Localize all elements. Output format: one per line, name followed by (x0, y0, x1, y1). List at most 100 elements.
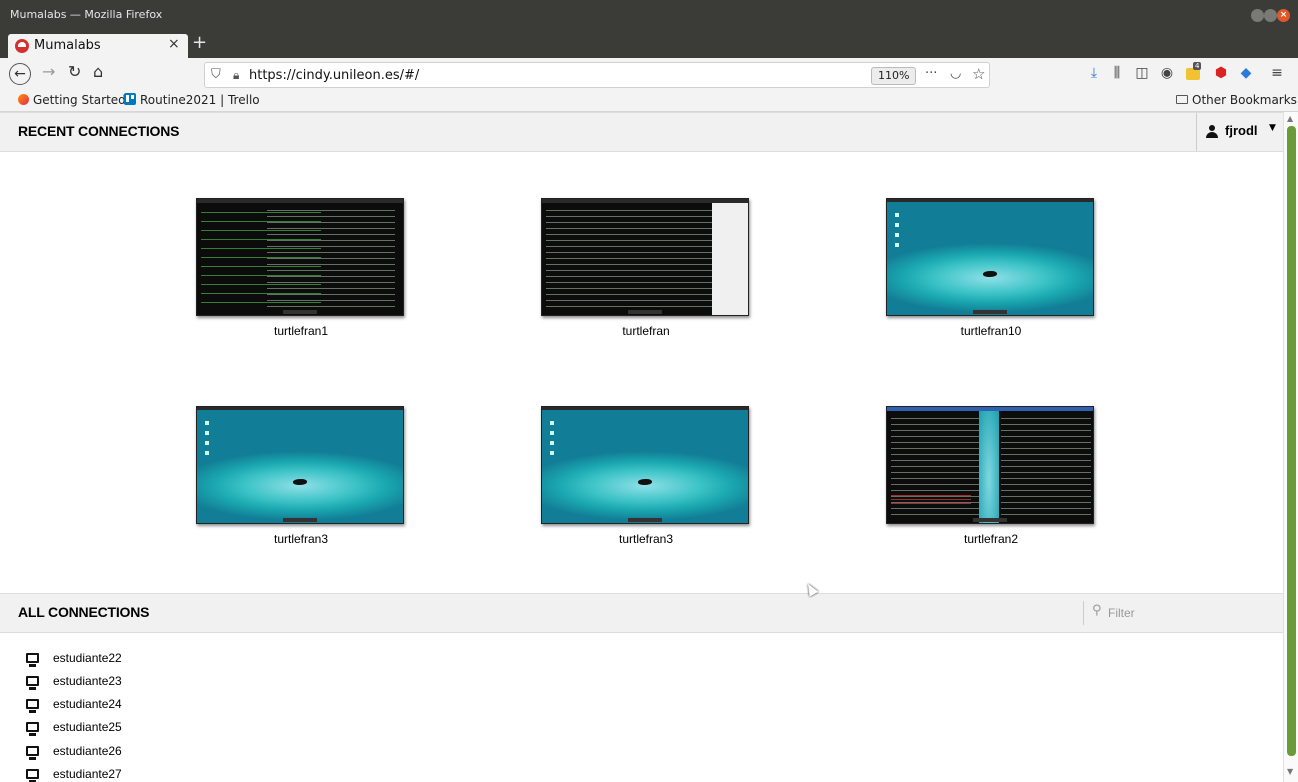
thumb-desktop-icons (895, 213, 899, 249)
new-tab-button[interactable]: + (192, 32, 207, 53)
forward-button[interactable]: → (42, 62, 55, 81)
thumb-topbar (887, 199, 1093, 202)
connection-name[interactable]: turtlefran (541, 324, 751, 338)
thumb-terminal-text (546, 207, 714, 311)
thumb-terminal-text (1001, 415, 1091, 519)
thumb-wallpaper-logo (293, 479, 307, 485)
sidebar-icon[interactable]: ◫ (1133, 65, 1151, 81)
connection-item-name[interactable]: estudiante25 (53, 720, 122, 734)
bookmark-getting-started[interactable]: Getting Started (18, 93, 126, 107)
window-title: Mumalabs — Mozilla Firefox (10, 8, 163, 21)
monitor-icon (26, 746, 39, 760)
folder-icon (1176, 95, 1188, 104)
filter-input[interactable] (1108, 602, 1228, 624)
recent-connection-card[interactable]: turtlefran3 (541, 406, 751, 546)
thumb-terminal-text (267, 207, 395, 311)
recent-connections-header: RECENT CONNECTIONS fjrodl ▼ (0, 112, 1283, 152)
minimize-button[interactable] (1251, 9, 1264, 22)
address-bar[interactable]: ⛉ 🔒︎ https://cindy.unileon.es/#/ 110% ··… (204, 62, 990, 88)
extension-icon[interactable]: 4 (1186, 62, 1202, 80)
thumb-taskbar (973, 518, 1007, 522)
window-titlebar: Mumalabs — Mozilla Firefox × (0, 0, 1298, 30)
connection-thumbnail[interactable] (541, 198, 749, 316)
lock-icon[interactable]: 🔒︎ (233, 68, 239, 83)
thumb-taskbar (628, 310, 662, 314)
filter-box[interactable]: ⚲ (1083, 601, 1243, 625)
tab-label: Mumalabs (34, 38, 101, 53)
recent-connection-card[interactable]: turtlefran10 (886, 198, 1096, 338)
close-tab-icon[interactable]: × (168, 36, 180, 52)
scroll-down-arrow-icon[interactable]: ▼ (1287, 767, 1293, 776)
tab-mumalabs[interactable]: Mumalabs × (8, 34, 188, 58)
maximize-button[interactable] (1264, 9, 1277, 22)
close-window-button[interactable]: × (1277, 9, 1290, 22)
connection-item-name[interactable]: estudiante22 (53, 651, 122, 665)
recent-connections-title: RECENT CONNECTIONS (18, 123, 180, 139)
thumb-taskbar (628, 518, 662, 522)
reload-button[interactable]: ↻ (68, 62, 81, 81)
connection-name[interactable]: turtlefran2 (886, 532, 1096, 546)
zoom-level-button[interactable]: 110% (871, 67, 917, 85)
page-content: RECENT CONNECTIONS fjrodl ▼ turtlefran1 (0, 112, 1283, 782)
scroll-up-arrow-icon[interactable]: ▲ (1287, 114, 1293, 123)
recent-connection-card[interactable]: turtlefran (541, 198, 751, 338)
all-connections-title: ALL CONNECTIONS (18, 604, 150, 620)
thumb-wallpaper-logo (638, 479, 652, 485)
scrollbar-thumb[interactable] (1287, 126, 1296, 756)
hamburger-menu-icon[interactable]: ≡ (1268, 65, 1286, 81)
bookmark-routine2021[interactable]: Routine2021 | Trello (124, 93, 260, 107)
connection-name[interactable]: turtlefran10 (886, 324, 1096, 338)
extension-badge: 4 (1193, 62, 1202, 70)
connection-name[interactable]: turtlefran3 (196, 532, 406, 546)
tracking-shield-icon[interactable]: ⛉ (211, 67, 221, 82)
connection-item-name[interactable]: estudiante23 (53, 674, 122, 688)
monitor-icon (26, 676, 39, 690)
search-icon: ⚲ (1092, 603, 1102, 618)
back-button[interactable]: ← (9, 63, 31, 85)
navigation-toolbar: ← → ↻ ⌂ ⛉ 🔒︎ https://cindy.unileon.es/#/… (0, 58, 1298, 90)
thumb-topbar (197, 199, 403, 203)
bookmark-label: Routine2021 | Trello (140, 93, 260, 107)
thumb-desktop-icons (550, 421, 554, 457)
connection-thumbnail[interactable] (541, 406, 749, 524)
thumb-desktop-icons (205, 421, 209, 457)
user-menu[interactable]: fjrodl ▼ (1196, 113, 1283, 151)
connection-thumbnail[interactable] (886, 198, 1094, 316)
url-text[interactable]: https://cindy.unileon.es/#/ (249, 68, 419, 83)
recent-connection-card[interactable]: turtlefran3 (196, 406, 406, 546)
home-button[interactable]: ⌂ (93, 62, 103, 81)
connection-thumbnail[interactable] (196, 406, 404, 524)
thumb-side-window (712, 203, 748, 315)
page-actions-menu-icon[interactable]: ··· (925, 66, 937, 81)
username: fjrodl (1225, 123, 1258, 138)
ublock-shield-icon[interactable]: ⬢ (1212, 65, 1230, 81)
recent-connection-card[interactable]: turtlefran1 (196, 198, 406, 338)
connection-item-name[interactable]: estudiante24 (53, 697, 122, 711)
mumalabs-favicon-icon (15, 39, 29, 53)
account-icon[interactable]: ◉ (1158, 65, 1176, 81)
thumb-taskbar (973, 310, 1007, 314)
thumb-taskbar (283, 310, 317, 314)
other-bookmarks[interactable]: Other Bookmarks (1176, 93, 1297, 107)
thumb-topbar (542, 407, 748, 410)
downloads-icon[interactable]: ⤓ (1085, 65, 1103, 81)
connection-thumbnail[interactable] (196, 198, 404, 316)
connection-thumbnail[interactable] (886, 406, 1094, 524)
connection-name[interactable]: turtlefran1 (196, 324, 406, 338)
connection-item-name[interactable]: estudiante27 (53, 767, 122, 781)
page-scrollbar[interactable]: ▲ ▼ (1283, 112, 1298, 782)
thumb-wallpaper-logo (983, 271, 997, 277)
extension-cap-icon[interactable]: ◆ (1237, 65, 1255, 81)
other-bookmarks-label: Other Bookmarks (1192, 93, 1297, 107)
monitor-icon (26, 653, 39, 667)
monitor-icon (26, 722, 39, 736)
tab-strip: Mumalabs × + (0, 30, 1298, 58)
library-icon[interactable]: ⫼ (1108, 65, 1126, 81)
connection-name[interactable]: turtlefran3 (541, 532, 751, 546)
recent-connection-card[interactable]: turtlefran2 (886, 406, 1096, 546)
monitor-icon (26, 769, 39, 782)
pocket-icon[interactable]: ◡ (950, 66, 961, 81)
bookmark-star-icon[interactable]: ☆ (972, 65, 985, 83)
connection-item-name[interactable]: estudiante26 (53, 744, 122, 758)
browser-window: Mumalabs — Mozilla Firefox × Mumalabs × … (0, 0, 1298, 782)
